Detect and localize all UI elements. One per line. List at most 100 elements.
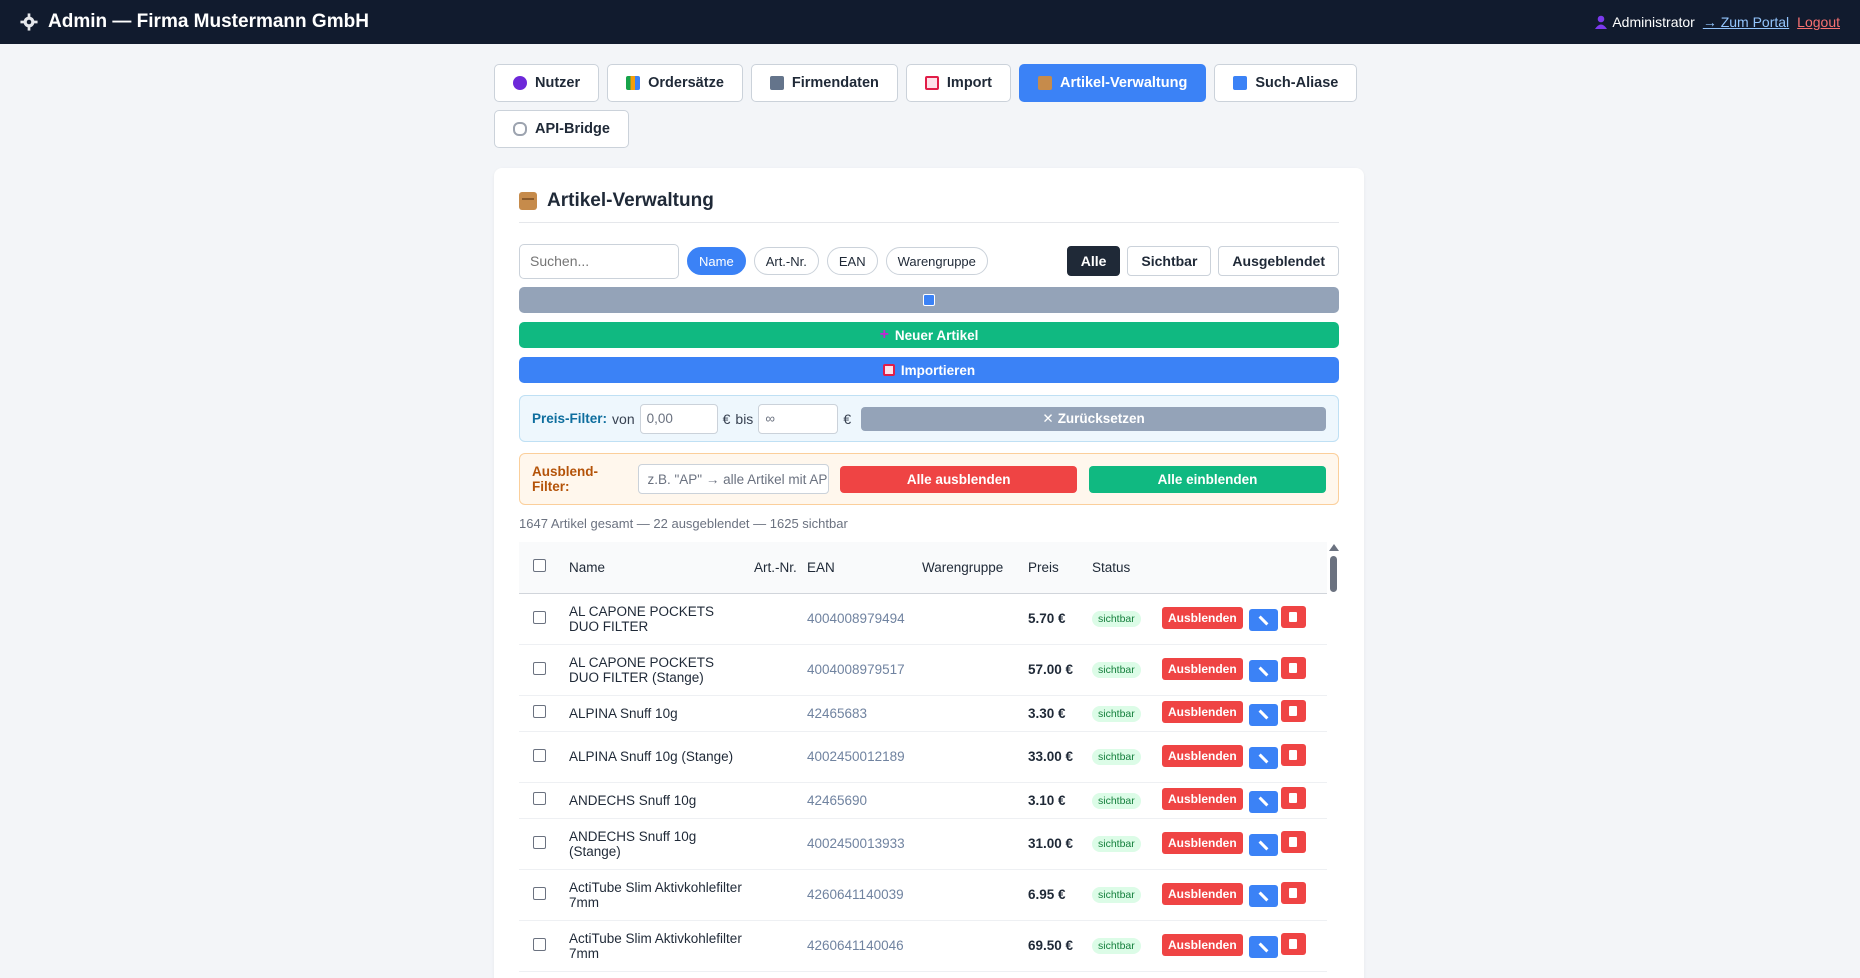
article-group xyxy=(918,593,1024,645)
edit-button[interactable] xyxy=(1248,660,1278,683)
edit-button[interactable] xyxy=(1248,936,1278,959)
search-mode-warengruppe[interactable]: Warengruppe xyxy=(885,247,988,275)
delete-button[interactable] xyxy=(1280,656,1306,679)
delete-button[interactable] xyxy=(1280,743,1306,766)
row-checkbox[interactable] xyxy=(533,792,546,805)
article-number xyxy=(750,695,803,732)
top-bar: Admin — Firma Mustermann GmbH Administra… xyxy=(0,0,1860,44)
card-header: Artikel-Verwaltung xyxy=(519,190,1339,223)
new-article-button[interactable]: + Neuer Artikel xyxy=(519,322,1339,348)
edit-button[interactable] xyxy=(1248,834,1278,857)
hide-article-button[interactable]: Ausblenden xyxy=(1162,744,1243,767)
price-filter: Preis-Filter: von 0,00 € bis ∞ € ✕ Zurüc… xyxy=(519,395,1339,442)
column-header-artnr[interactable]: Art.-Nr. xyxy=(750,542,803,593)
tab-label: Artikel-Verwaltung xyxy=(1060,75,1188,91)
price-to-input[interactable]: ∞ xyxy=(758,403,839,434)
pencil-icon xyxy=(1258,615,1269,626)
admin-tabs: Nutzer Ordersätze Firmendaten Import Art… xyxy=(494,64,1374,148)
portal-link[interactable]: → Zum Portal xyxy=(1703,14,1789,30)
tab-label: Nutzer xyxy=(535,75,581,91)
tab-such-aliase[interactable]: Such-Aliase xyxy=(1214,64,1358,102)
trash-icon xyxy=(1289,938,1298,949)
article-ean: 4002450012189 xyxy=(803,731,918,783)
tab-ordersaetze[interactable]: Ordersätze xyxy=(607,64,743,102)
row-checkbox[interactable] xyxy=(533,610,546,624)
pencil-icon xyxy=(1258,709,1269,720)
hide-article-button[interactable]: Ausblenden xyxy=(1162,882,1243,905)
edit-button[interactable] xyxy=(1248,747,1278,770)
article-group xyxy=(918,695,1024,732)
column-header-warengruppe[interactable]: Warengruppe xyxy=(918,542,1024,593)
column-header-ean[interactable]: EAN xyxy=(803,542,918,593)
table-row: ANDECHS Snuff 10g 42465690 3.10 € sichtb… xyxy=(519,782,1327,819)
row-checkbox[interactable] xyxy=(533,661,546,675)
article-price: 31.00 € xyxy=(1024,818,1088,870)
row-checkbox[interactable] xyxy=(533,748,546,762)
hide-article-button[interactable]: Ausblenden xyxy=(1162,606,1243,629)
import-button[interactable]: Importieren xyxy=(519,357,1339,383)
edit-button[interactable] xyxy=(1248,609,1278,632)
article-number xyxy=(750,593,803,645)
users-icon xyxy=(513,76,527,90)
hide-article-button[interactable]: Ausblenden xyxy=(1162,701,1243,724)
tab-nutzer[interactable]: Nutzer xyxy=(494,64,600,102)
plus-icon: + xyxy=(879,326,889,343)
hide-article-button[interactable]: Ausblenden xyxy=(1162,657,1243,680)
filter-visible-button[interactable]: Sichtbar xyxy=(1127,246,1212,276)
hide-article-button[interactable]: Ausblenden xyxy=(1162,788,1243,811)
article-price: 5.70 € xyxy=(1024,593,1088,645)
edit-button[interactable] xyxy=(1248,885,1278,908)
scrollbar-thumb[interactable] xyxy=(1330,556,1337,592)
status-badge: sichtbar xyxy=(1092,749,1141,765)
search-mode-name[interactable]: Name xyxy=(687,247,746,275)
search-mode-ean[interactable]: EAN xyxy=(826,247,878,275)
hide-article-button[interactable]: Ausblenden xyxy=(1162,831,1243,854)
row-checkbox[interactable] xyxy=(533,705,546,718)
delete-button[interactable] xyxy=(1280,700,1306,723)
tab-label: Firmendaten xyxy=(791,75,879,91)
column-header-preis[interactable]: Preis xyxy=(1024,542,1088,593)
delete-button[interactable] xyxy=(1280,605,1306,628)
article-ean: 42465683 xyxy=(803,695,918,732)
delete-button[interactable] xyxy=(1280,787,1306,810)
search-mode-artnr[interactable]: Art.-Nr. xyxy=(753,247,819,275)
inbox-tray-icon xyxy=(882,364,895,376)
select-all-checkbox[interactable] xyxy=(533,559,546,573)
row-checkbox[interactable] xyxy=(533,835,546,849)
search-input[interactable] xyxy=(519,243,679,279)
price-from-input[interactable]: 0,00 xyxy=(639,403,718,434)
column-header-name[interactable]: Name xyxy=(565,542,750,593)
article-price: 6.95 € xyxy=(1024,869,1088,921)
tab-artikel-verwaltung[interactable]: Artikel-Verwaltung xyxy=(1019,64,1207,102)
trash-icon xyxy=(1289,706,1298,717)
scroll-up-arrow-icon[interactable] xyxy=(1329,544,1339,551)
tab-api-bridge[interactable]: API-Bridge xyxy=(494,110,629,148)
user-icon xyxy=(1595,15,1608,29)
filter-hidden-button[interactable]: Ausgeblendet xyxy=(1218,246,1339,276)
delete-button[interactable] xyxy=(1280,830,1306,853)
refresh-button[interactable] xyxy=(519,287,1339,313)
hide-all-button[interactable]: Alle ausblenden xyxy=(840,465,1078,493)
logout-link[interactable]: Logout xyxy=(1797,14,1840,30)
currency-label: € xyxy=(722,410,731,427)
row-checkbox[interactable] xyxy=(533,937,546,951)
column-header-status[interactable]: Status xyxy=(1088,542,1158,593)
edit-button[interactable] xyxy=(1248,790,1278,813)
hide-filter-input[interactable]: z.B. "AP" → alle Artikel mit AP xyxy=(638,464,830,494)
filter-all-button[interactable]: Alle xyxy=(1066,246,1121,276)
import-label: Importieren xyxy=(900,362,976,378)
show-all-button[interactable]: Alle einblenden xyxy=(1089,465,1326,493)
tab-import[interactable]: Import xyxy=(905,64,1012,102)
table-scrollbar[interactable] xyxy=(1329,542,1339,972)
delete-button[interactable] xyxy=(1280,881,1306,904)
inbox-tray-icon xyxy=(924,76,939,90)
tab-firmendaten[interactable]: Firmendaten xyxy=(750,64,898,102)
tab-label: Import xyxy=(946,75,993,91)
edit-button[interactable] xyxy=(1248,703,1278,726)
row-checkbox[interactable] xyxy=(533,886,546,900)
trash-icon xyxy=(1289,611,1298,622)
article-name: ActiTube Slim Aktivkohlefilter 7mm xyxy=(565,869,750,921)
reset-price-filter-button[interactable]: ✕ Zurücksetzen xyxy=(861,406,1326,431)
delete-button[interactable] xyxy=(1280,932,1306,955)
hide-article-button[interactable]: Ausblenden xyxy=(1162,933,1243,956)
